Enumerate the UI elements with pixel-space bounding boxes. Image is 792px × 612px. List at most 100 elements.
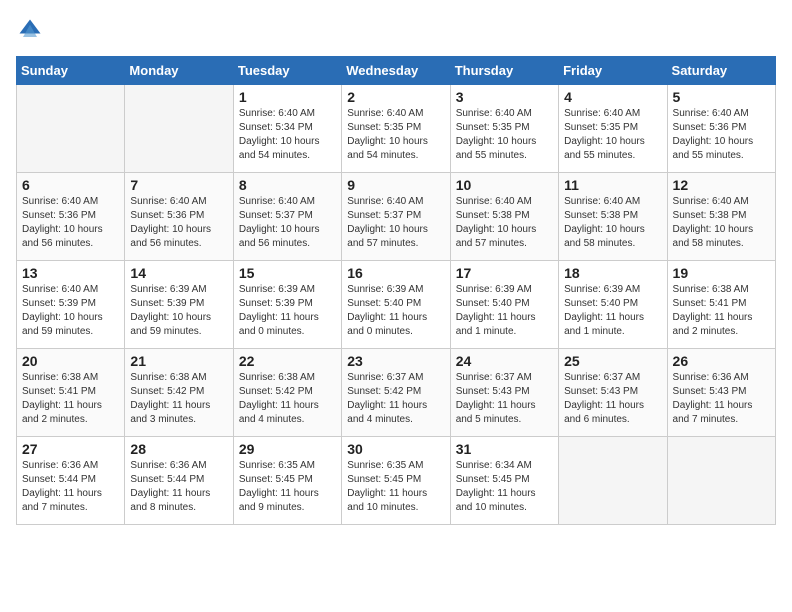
day-number: 12 bbox=[673, 177, 770, 193]
day-info: Sunrise: 6:39 AMSunset: 5:40 PMDaylight:… bbox=[564, 283, 661, 339]
calendar-cell: 14 Sunrise: 6:39 AMSunset: 5:39 PMDayligh… bbox=[125, 261, 233, 349]
calendar-cell: 7 Sunrise: 6:40 AMSunset: 5:36 PMDaylight… bbox=[125, 173, 233, 261]
day-number: 9 bbox=[347, 177, 444, 193]
day-number: 7 bbox=[130, 177, 227, 193]
day-info: Sunrise: 6:35 AMSunset: 5:45 PMDaylight:… bbox=[239, 459, 336, 515]
day-info: Sunrise: 6:40 AMSunset: 5:38 PMDaylight:… bbox=[564, 195, 661, 251]
day-number: 3 bbox=[456, 89, 553, 105]
day-number: 13 bbox=[22, 265, 119, 281]
calendar-cell: 12 Sunrise: 6:40 AMSunset: 5:38 PMDayligh… bbox=[667, 173, 775, 261]
day-number: 5 bbox=[673, 89, 770, 105]
weekday-header-tuesday: Tuesday bbox=[233, 57, 341, 85]
day-number: 4 bbox=[564, 89, 661, 105]
day-number: 24 bbox=[456, 353, 553, 369]
day-info: Sunrise: 6:39 AMSunset: 5:39 PMDaylight:… bbox=[239, 283, 336, 339]
day-number: 8 bbox=[239, 177, 336, 193]
calendar-cell: 20 Sunrise: 6:38 AMSunset: 5:41 PMDayligh… bbox=[17, 349, 125, 437]
calendar-cell: 4 Sunrise: 6:40 AMSunset: 5:35 PMDaylight… bbox=[559, 85, 667, 173]
day-number: 19 bbox=[673, 265, 770, 281]
day-info: Sunrise: 6:40 AMSunset: 5:35 PMDaylight:… bbox=[456, 107, 553, 163]
day-number: 18 bbox=[564, 265, 661, 281]
day-info: Sunrise: 6:38 AMSunset: 5:42 PMDaylight:… bbox=[130, 371, 227, 427]
weekday-header-saturday: Saturday bbox=[667, 57, 775, 85]
day-info: Sunrise: 6:37 AMSunset: 5:42 PMDaylight:… bbox=[347, 371, 444, 427]
calendar-cell: 25Sunrise: 6:37 AMSunset: 5:43 PMDayligh… bbox=[559, 349, 667, 437]
day-info: Sunrise: 6:36 AMSunset: 5:44 PMDaylight:… bbox=[130, 459, 227, 515]
calendar-cell bbox=[667, 437, 775, 525]
day-info: Sunrise: 6:40 AMSunset: 5:36 PMDaylight:… bbox=[130, 195, 227, 251]
day-info: Sunrise: 6:39 AMSunset: 5:39 PMDaylight:… bbox=[130, 283, 227, 339]
weekday-header-monday: Monday bbox=[125, 57, 233, 85]
day-number: 20 bbox=[22, 353, 119, 369]
day-info: Sunrise: 6:36 AMSunset: 5:44 PMDaylight:… bbox=[22, 459, 119, 515]
day-number: 23 bbox=[347, 353, 444, 369]
day-info: Sunrise: 6:40 AMSunset: 5:36 PMDaylight:… bbox=[22, 195, 119, 251]
weekday-header-friday: Friday bbox=[559, 57, 667, 85]
calendar-cell: 24 Sunrise: 6:37 AMSunset: 5:43 PMDayligh… bbox=[450, 349, 558, 437]
day-number: 2 bbox=[347, 89, 444, 105]
weekday-header-wednesday: Wednesday bbox=[342, 57, 450, 85]
calendar-cell: 27Sunrise: 6:36 AMSunset: 5:44 PMDayligh… bbox=[17, 437, 125, 525]
day-number: 14 bbox=[130, 265, 227, 281]
day-info: Sunrise: 6:37 AMSunset: 5:43 PMDaylight:… bbox=[456, 371, 553, 427]
calendar-cell: 1 Sunrise: 6:40 AMSunset: 5:34 PMDaylight… bbox=[233, 85, 341, 173]
day-number: 29 bbox=[239, 441, 336, 457]
calendar-cell: 22 Sunrise: 6:38 AMSunset: 5:42 PMDayligh… bbox=[233, 349, 341, 437]
calendar-cell: 5 Sunrise: 6:40 AMSunset: 5:36 PMDaylight… bbox=[667, 85, 775, 173]
calendar-cell: 28 Sunrise: 6:36 AMSunset: 5:44 PMDayligh… bbox=[125, 437, 233, 525]
calendar-cell: 6Sunrise: 6:40 AMSunset: 5:36 PMDaylight… bbox=[17, 173, 125, 261]
calendar-cell bbox=[559, 437, 667, 525]
day-number: 17 bbox=[456, 265, 553, 281]
weekday-header-sunday: Sunday bbox=[17, 57, 125, 85]
calendar-cell: 11 Sunrise: 6:40 AMSunset: 5:38 PMDayligh… bbox=[559, 173, 667, 261]
calendar-cell: 23 Sunrise: 6:37 AMSunset: 5:42 PMDayligh… bbox=[342, 349, 450, 437]
day-info: Sunrise: 6:40 AMSunset: 5:37 PMDaylight:… bbox=[347, 195, 444, 251]
calendar-cell: 21 Sunrise: 6:38 AMSunset: 5:42 PMDayligh… bbox=[125, 349, 233, 437]
calendar-cell bbox=[17, 85, 125, 173]
calendar-cell: 3 Sunrise: 6:40 AMSunset: 5:35 PMDaylight… bbox=[450, 85, 558, 173]
calendar-cell: 19 Sunrise: 6:38 AMSunset: 5:41 PMDayligh… bbox=[667, 261, 775, 349]
calendar-cell: 10 Sunrise: 6:40 AMSunset: 5:38 PMDayligh… bbox=[450, 173, 558, 261]
calendar-cell: 13 Sunrise: 6:40 AMSunset: 5:39 PMDayligh… bbox=[17, 261, 125, 349]
day-info: Sunrise: 6:38 AMSunset: 5:42 PMDaylight:… bbox=[239, 371, 336, 427]
day-info: Sunrise: 6:40 AMSunset: 5:36 PMDaylight:… bbox=[673, 107, 770, 163]
day-info: Sunrise: 6:36 AMSunset: 5:43 PMDaylight:… bbox=[673, 371, 770, 427]
day-number: 21 bbox=[130, 353, 227, 369]
day-info: Sunrise: 6:37 AMSunset: 5:43 PMDaylight:… bbox=[564, 371, 661, 427]
day-info: Sunrise: 6:40 AMSunset: 5:39 PMDaylight:… bbox=[22, 283, 119, 339]
calendar-cell bbox=[125, 85, 233, 173]
day-info: Sunrise: 6:39 AMSunset: 5:40 PMDaylight:… bbox=[347, 283, 444, 339]
day-number: 28 bbox=[130, 441, 227, 457]
calendar-cell: 9 Sunrise: 6:40 AMSunset: 5:37 PMDaylight… bbox=[342, 173, 450, 261]
day-info: Sunrise: 6:39 AMSunset: 5:40 PMDaylight:… bbox=[456, 283, 553, 339]
calendar-cell: 8 Sunrise: 6:40 AMSunset: 5:37 PMDaylight… bbox=[233, 173, 341, 261]
day-number: 22 bbox=[239, 353, 336, 369]
day-info: Sunrise: 6:34 AMSunset: 5:45 PMDaylight:… bbox=[456, 459, 553, 515]
calendar-cell: 18 Sunrise: 6:39 AMSunset: 5:40 PMDayligh… bbox=[559, 261, 667, 349]
logo-icon bbox=[16, 16, 44, 44]
calendar-cell: 31Sunrise: 6:34 AMSunset: 5:45 PMDayligh… bbox=[450, 437, 558, 525]
page-header bbox=[16, 16, 776, 44]
calendar-cell: 29 Sunrise: 6:35 AMSunset: 5:45 PMDayligh… bbox=[233, 437, 341, 525]
day-info: Sunrise: 6:40 AMSunset: 5:34 PMDaylight:… bbox=[239, 107, 336, 163]
day-number: 1 bbox=[239, 89, 336, 105]
day-info: Sunrise: 6:40 AMSunset: 5:37 PMDaylight:… bbox=[239, 195, 336, 251]
day-number: 30 bbox=[347, 441, 444, 457]
calendar-cell: 15 Sunrise: 6:39 AMSunset: 5:39 PMDayligh… bbox=[233, 261, 341, 349]
calendar-cell: 26Sunrise: 6:36 AMSunset: 5:43 PMDayligh… bbox=[667, 349, 775, 437]
day-info: Sunrise: 6:40 AMSunset: 5:35 PMDaylight:… bbox=[347, 107, 444, 163]
day-number: 11 bbox=[564, 177, 661, 193]
day-number: 10 bbox=[456, 177, 553, 193]
day-info: Sunrise: 6:40 AMSunset: 5:38 PMDaylight:… bbox=[673, 195, 770, 251]
calendar-header: SundayMondayTuesdayWednesdayThursdayFrid… bbox=[17, 57, 776, 85]
weekday-header-thursday: Thursday bbox=[450, 57, 558, 85]
calendar-table: SundayMondayTuesdayWednesdayThursdayFrid… bbox=[16, 56, 776, 525]
day-info: Sunrise: 6:38 AMSunset: 5:41 PMDaylight:… bbox=[22, 371, 119, 427]
day-number: 15 bbox=[239, 265, 336, 281]
day-info: Sunrise: 6:38 AMSunset: 5:41 PMDaylight:… bbox=[673, 283, 770, 339]
day-info: Sunrise: 6:35 AMSunset: 5:45 PMDaylight:… bbox=[347, 459, 444, 515]
logo bbox=[16, 16, 48, 44]
day-info: Sunrise: 6:40 AMSunset: 5:35 PMDaylight:… bbox=[564, 107, 661, 163]
day-info: Sunrise: 6:40 AMSunset: 5:38 PMDaylight:… bbox=[456, 195, 553, 251]
calendar-cell: 2 Sunrise: 6:40 AMSunset: 5:35 PMDaylight… bbox=[342, 85, 450, 173]
